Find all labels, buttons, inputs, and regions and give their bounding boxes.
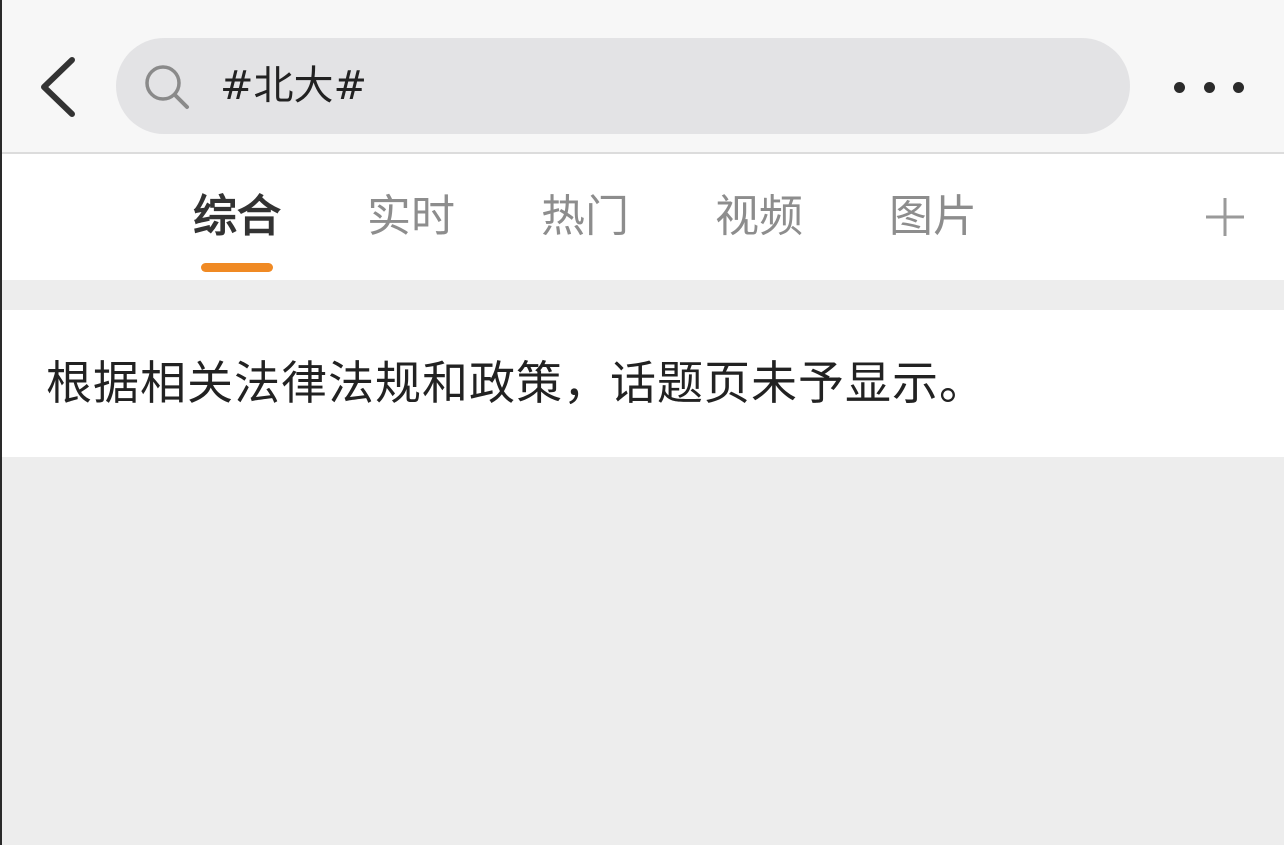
tab-realtime[interactable]: 实时 xyxy=(367,188,455,246)
search-input[interactable]: #北大# xyxy=(220,38,1080,134)
tab-hot[interactable]: 热门 xyxy=(541,188,629,246)
chevron-left-icon xyxy=(41,57,75,117)
back-button[interactable] xyxy=(30,52,90,122)
top-navigation-bar: #北大# xyxy=(2,0,1284,154)
tab-images[interactable]: 图片 xyxy=(889,188,977,246)
active-tab-indicator xyxy=(201,263,273,272)
search-icon xyxy=(145,65,189,109)
tab-comprehensive[interactable]: 综合 xyxy=(193,188,281,246)
content-notice-card: 根据相关法律法规和政策，话题页未予显示。 xyxy=(2,310,1284,457)
app-screen: #北大# 综合 实时 热门 视频 图片 根据相关法律法规和政策，话题页未予显示。 xyxy=(0,0,1284,845)
notice-message: 根据相关法律法规和政策，话题页未予显示。 xyxy=(46,356,986,410)
add-tab-button[interactable] xyxy=(1204,196,1246,238)
plus-icon xyxy=(1206,198,1244,236)
search-bar[interactable]: #北大# xyxy=(116,38,1130,134)
more-horizontal-icon xyxy=(1203,81,1215,93)
tab-video[interactable]: 视频 xyxy=(715,188,803,246)
more-options-button[interactable] xyxy=(1174,72,1244,102)
tab-bar: 综合 实时 热门 视频 图片 xyxy=(2,154,1284,280)
more-horizontal-icon xyxy=(1233,81,1244,93)
more-horizontal-icon xyxy=(1174,81,1185,93)
